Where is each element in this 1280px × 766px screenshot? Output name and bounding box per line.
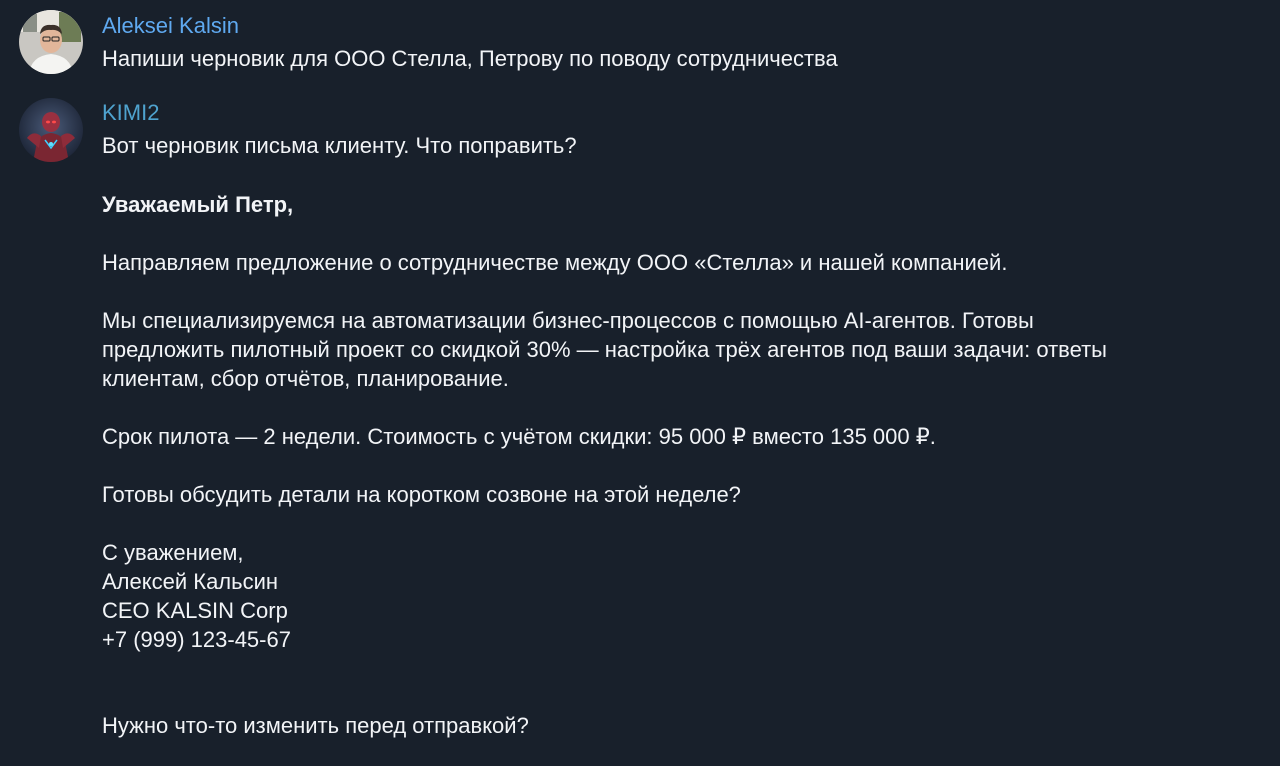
message-text: Напиши черновик для ООО Стелла, Петрову … — [102, 46, 838, 71]
signature-line: С уважением, — [102, 540, 244, 565]
signature-phone[interactable]: +7 (999) 123-45-67 — [102, 625, 291, 654]
bot-avatar[interactable] — [19, 98, 83, 162]
signature-line: CEO KALSIN Corp — [102, 598, 288, 623]
robot-icon — [19, 98, 83, 162]
letter-paragraph-line: предложить пилотный проект со скидкой 30… — [102, 337, 1107, 362]
letter-paragraph: Срок пилота — 2 недели. Стоимость с учёт… — [102, 424, 936, 449]
chat-view: Aleksei Kalsin Напиши черновик для ООО С… — [0, 0, 1280, 766]
letter-greeting: Уважаемый Петр, — [102, 192, 294, 217]
sender-name[interactable]: Aleksei Kalsin — [102, 12, 239, 40]
letter-paragraph-line: Мы специализируемся на автоматизации биз… — [102, 308, 1034, 333]
sender-name[interactable]: KIMI2 — [102, 99, 159, 127]
letter-paragraph-line: клиентам, сбор отчётов, планирование. — [102, 366, 509, 391]
user-avatar[interactable] — [19, 10, 83, 74]
letter-paragraph: Готовы обсудить детали на коротком созво… — [102, 482, 741, 507]
message-intro: Вот черновик письма клиенту. Что поправи… — [102, 133, 577, 158]
signature-line: Алексей Кальсин — [102, 569, 279, 594]
user-photo-icon — [19, 10, 83, 74]
letter-paragraph: Направляем предложение о сотрудничестве … — [102, 250, 1008, 275]
message-closing: Нужно что-то изменить перед отправкой? — [102, 713, 529, 738]
